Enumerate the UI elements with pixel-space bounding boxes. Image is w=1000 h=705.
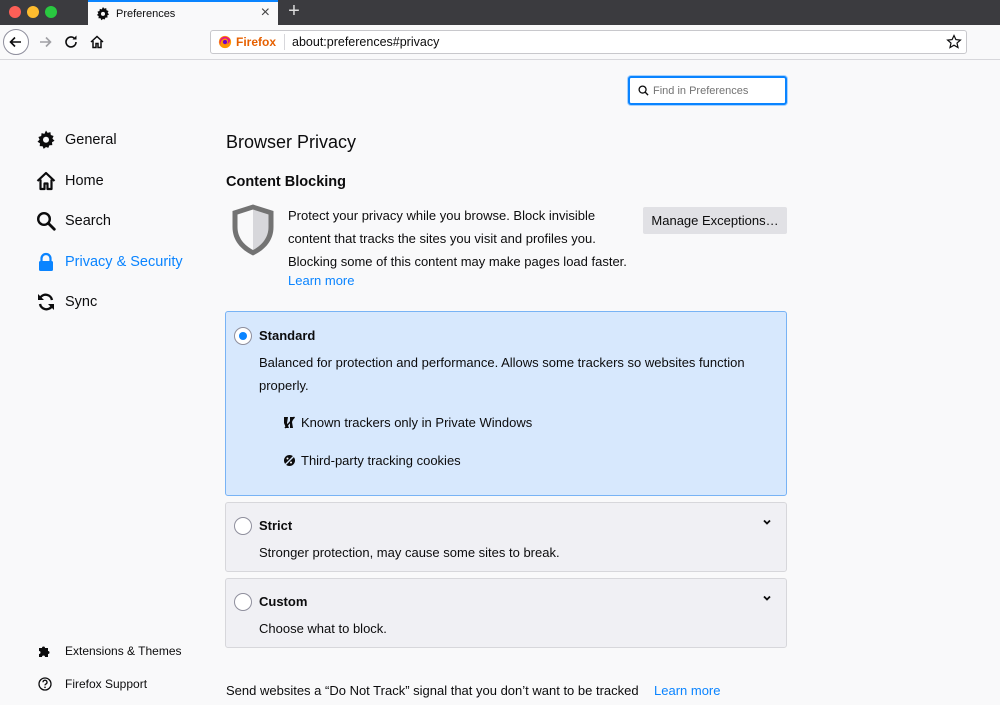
sync-icon [38,293,54,311]
feature-label: Third-party tracking cookies [301,453,461,468]
option-standard[interactable]: Standard Balanced for protection and per… [225,311,787,496]
option-custom[interactable]: Custom Choose what to block. [225,578,787,648]
search-input[interactable] [653,84,783,97]
window-maximize-button[interactable] [45,6,57,18]
forward-button[interactable] [33,30,57,54]
arrow-right-icon [40,36,52,48]
sidebar-item-label: General [65,132,117,148]
sidebar-item-label: Privacy & Security [65,254,183,270]
option-title: Custom [259,594,308,609]
sidebar-item-privacy-security[interactable]: Privacy & Security [36,250,183,274]
gear-icon [37,130,55,149]
sidebar-item-label: Firefox Support [65,677,148,691]
sidebar-item-label: Home [65,173,104,189]
url-text[interactable]: about:preferences#privacy [292,35,439,49]
option-description: Choose what to block. [259,621,387,636]
back-button[interactable] [3,29,29,55]
tab-close-button[interactable]: × [261,5,270,21]
lock-icon [39,252,53,271]
sidebar-item-home[interactable]: Home [36,169,104,193]
sidebar-item-label: Sync [65,294,98,310]
firefox-logo-icon [218,35,232,49]
home-icon [90,35,104,49]
search-icon [638,85,649,96]
tracker-icon [284,416,296,429]
sidebar-item-extensions-themes[interactable]: Extensions & Themes [38,642,182,660]
home-icon [36,171,56,191]
gear-icon [96,6,110,20]
option-strict[interactable]: Strict Stronger protection, may cause so… [225,502,787,572]
sidebar-item-firefox-support[interactable]: Firefox Support [38,675,147,693]
strict-radio[interactable] [234,517,252,535]
content-blocking-description: Protect your privacy while you browse. B… [288,208,627,269]
window-close-button[interactable] [9,6,21,18]
sidebar-item-label: Extensions & Themes [65,644,182,658]
bookmark-star-icon[interactable] [946,34,962,50]
help-icon [38,677,52,691]
navigation-toolbar: Firefox about:preferences#privacy [0,25,1000,60]
identity-label: Firefox [236,35,277,49]
window-minimize-button[interactable] [27,6,39,18]
chevron-down-icon[interactable] [762,517,772,527]
feature-label: Known trackers only in Private Windows [301,415,533,430]
sidebar-item-label: Search [65,213,111,229]
tab-preferences[interactable]: Preferences × [88,0,278,25]
search-icon [36,211,56,231]
tab-strip: Preferences × + [0,0,1000,25]
home-button[interactable] [85,30,109,54]
puzzle-icon [39,646,50,657]
shield-icon [232,204,274,256]
feature-item: Third-party tracking cookies [283,453,461,468]
manage-exceptions-button[interactable]: Manage Exceptions… [643,207,787,234]
section-heading: Content Blocking [226,174,347,190]
chevron-down-icon[interactable] [762,593,772,603]
tab-title: Preferences [116,7,176,20]
new-tab-button[interactable]: + [284,0,304,25]
identity-box[interactable]: Firefox [211,34,286,50]
option-title: Strict [259,518,293,533]
feature-item: Known trackers only in Private Windows [283,415,532,430]
sidebar-item-general[interactable]: General [36,128,117,152]
standard-radio[interactable] [234,327,252,345]
find-in-preferences-search[interactable] [628,76,787,105]
sidebar-item-search[interactable]: Search [36,209,111,233]
reload-icon [65,35,77,48]
sidebar-item-sync[interactable]: Sync [36,290,97,314]
do-not-track-label: Send websites a “Do Not Track” signal th… [226,683,639,698]
do-not-track-learn-more-link[interactable]: Learn more [654,683,720,698]
url-bar[interactable]: Firefox about:preferences#privacy [210,30,967,54]
arrow-left-icon [9,36,21,48]
reload-button[interactable] [59,30,83,54]
learn-more-link[interactable]: Learn more [288,273,354,288]
option-title: Standard [259,328,316,343]
cookie-icon [283,454,296,467]
custom-radio[interactable] [234,593,252,611]
option-description: Balanced for protection and performance.… [259,355,745,393]
page-title: Browser Privacy [226,132,357,152]
option-description: Stronger protection, may cause some site… [259,545,560,560]
